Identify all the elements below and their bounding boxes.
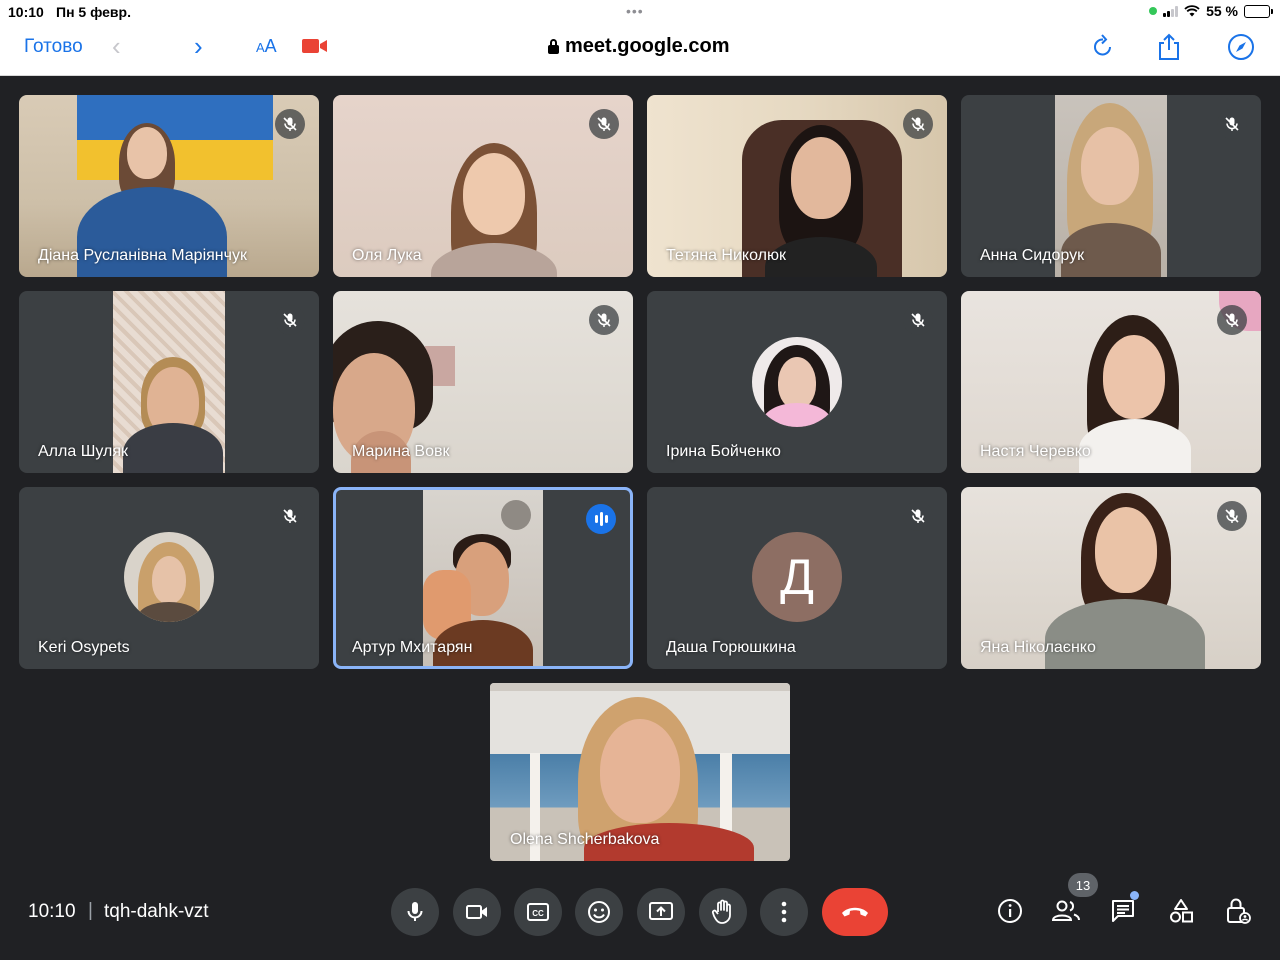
- forward-chevron-icon[interactable]: ›: [194, 32, 203, 60]
- raise-hand-button[interactable]: [699, 888, 747, 936]
- self-name: Olena Shcherbakova: [510, 831, 660, 848]
- emoji-icon: [588, 901, 610, 923]
- reload-icon[interactable]: [1091, 33, 1115, 59]
- cellular-signal-icon: [1163, 5, 1179, 17]
- people-button[interactable]: [1051, 896, 1081, 926]
- leave-call-button[interactable]: [822, 888, 888, 936]
- back-chevron-icon[interactable]: ‹: [112, 32, 121, 60]
- activities-button[interactable]: [1166, 896, 1196, 926]
- url-text: meet.google.com: [565, 35, 730, 57]
- participant-name: Keri Osypets: [38, 639, 130, 656]
- participant-name: Тетяна Николюк: [666, 247, 786, 264]
- muted-mic-icon[interactable]: [275, 305, 305, 335]
- status-date: Пн 5 февр.: [56, 4, 131, 20]
- closed-captions-icon: CC: [527, 903, 549, 921]
- muted-mic-icon[interactable]: [1217, 109, 1247, 139]
- present-screen-button[interactable]: [637, 888, 685, 936]
- participant-tile[interactable]: Анна Сидорук: [961, 95, 1261, 277]
- participant-name: Марина Вовк: [352, 443, 450, 460]
- text-size-button[interactable]: AAAA: [256, 36, 277, 57]
- wifi-icon: [1184, 5, 1200, 17]
- participant-avatar: Д: [752, 532, 842, 622]
- participant-name: Оля Лука: [352, 247, 422, 264]
- meeting-separator: |: [88, 900, 93, 921]
- meeting-code[interactable]: tqh-dahk-vzt: [104, 901, 209, 923]
- raise-hand-icon: [711, 899, 731, 924]
- battery-percent: 55 %: [1206, 3, 1238, 19]
- muted-mic-icon[interactable]: [1217, 501, 1247, 531]
- multitasking-dots-icon[interactable]: •••: [626, 4, 644, 18]
- participant-count-badge: 13: [1068, 873, 1098, 897]
- participant-tile[interactable]: Keri Osypets: [19, 487, 319, 669]
- chat-notification-dot: [1130, 891, 1139, 900]
- microphone-button[interactable]: [391, 888, 439, 936]
- participant-avatar: [752, 337, 842, 427]
- participant-name: Яна Ніколаєнко: [980, 639, 1096, 656]
- muted-mic-icon[interactable]: [275, 109, 305, 139]
- speaking-indicator-icon: [586, 504, 616, 534]
- address-bar[interactable]: meet.google.com: [548, 35, 729, 58]
- participant-name: Анна Сидорук: [980, 247, 1085, 264]
- status-right: 55 %: [1149, 3, 1273, 19]
- participant-tile[interactable]: Марина Вовк: [333, 291, 633, 473]
- muted-mic-icon[interactable]: [1217, 305, 1247, 335]
- end-call-icon: [842, 907, 868, 917]
- muted-mic-icon[interactable]: [275, 501, 305, 531]
- chat-button[interactable]: [1108, 896, 1138, 926]
- participant-name: Ірина Бойченко: [666, 443, 781, 460]
- done-button[interactable]: Готово: [24, 36, 83, 58]
- captions-button[interactable]: CC: [514, 888, 562, 936]
- participant-avatar: [124, 532, 214, 622]
- participant-name: Настя Черевко: [980, 443, 1091, 460]
- lock-icon: [548, 39, 559, 54]
- camera-in-use-indicator: [1149, 7, 1158, 15]
- muted-mic-icon[interactable]: [903, 501, 933, 531]
- participant-name: Артур Мхитарян: [352, 639, 473, 656]
- microphone-icon: [407, 902, 423, 921]
- participant-tile[interactable]: Ірина Бойченко: [647, 291, 947, 473]
- video-feed: [113, 291, 225, 473]
- participant-tile[interactable]: Оля Лука: [333, 95, 633, 277]
- muted-mic-icon[interactable]: [903, 109, 933, 139]
- info-icon: [998, 899, 1022, 923]
- video-camera-icon: [466, 905, 487, 919]
- people-icon: [1051, 900, 1080, 921]
- muted-mic-icon[interactable]: [589, 305, 619, 335]
- participant-tile[interactable]: Яна Ніколаєнко: [961, 487, 1261, 669]
- svg-text:CC: CC: [532, 909, 544, 918]
- participant-name: Діана Русланівна Маріянчук: [38, 247, 247, 264]
- share-icon[interactable]: [1156, 33, 1182, 61]
- browser-chrome: 10:10 Пн 5 февр. ••• 55 % Готово ‹ › AAA…: [0, 0, 1280, 76]
- participant-tile[interactable]: Алла Шуляк: [19, 291, 319, 473]
- muted-mic-icon[interactable]: [903, 305, 933, 335]
- muted-mic-icon[interactable]: [589, 109, 619, 139]
- participant-tile-speaking[interactable]: Артур Мхитарян: [333, 487, 633, 669]
- participant-tile[interactable]: Діана Русланівна Маріянчук: [19, 95, 319, 277]
- meeting-time: 10:10: [28, 901, 76, 922]
- self-view-tile[interactable]: Olena Shcherbakova: [490, 683, 790, 861]
- meeting-details-button[interactable]: [995, 896, 1025, 926]
- reactions-button[interactable]: [575, 888, 623, 936]
- chat-icon: [1112, 900, 1134, 922]
- participant-name: Алла Шуляк: [38, 443, 128, 460]
- text-size-small-label: A: [256, 40, 265, 55]
- participant-tile[interactable]: Д Даша Горюшкина: [647, 487, 947, 669]
- camera-recording-icon[interactable]: [302, 38, 328, 54]
- lock-person-icon: [1227, 898, 1251, 924]
- present-screen-icon: [649, 902, 673, 920]
- shapes-icon: [1170, 899, 1193, 923]
- participant-tile[interactable]: Тетяна Николюк: [647, 95, 947, 277]
- more-vertical-icon: [781, 901, 787, 923]
- compass-icon[interactable]: [1227, 33, 1255, 61]
- camera-button[interactable]: [453, 888, 501, 936]
- more-options-button[interactable]: [760, 888, 808, 936]
- host-controls-button[interactable]: [1223, 896, 1253, 926]
- participant-tile[interactable]: Настя Черевко: [961, 291, 1261, 473]
- battery-icon: [1244, 4, 1273, 18]
- participant-name: Даша Горюшкина: [666, 639, 796, 656]
- status-time: 10:10: [8, 4, 44, 20]
